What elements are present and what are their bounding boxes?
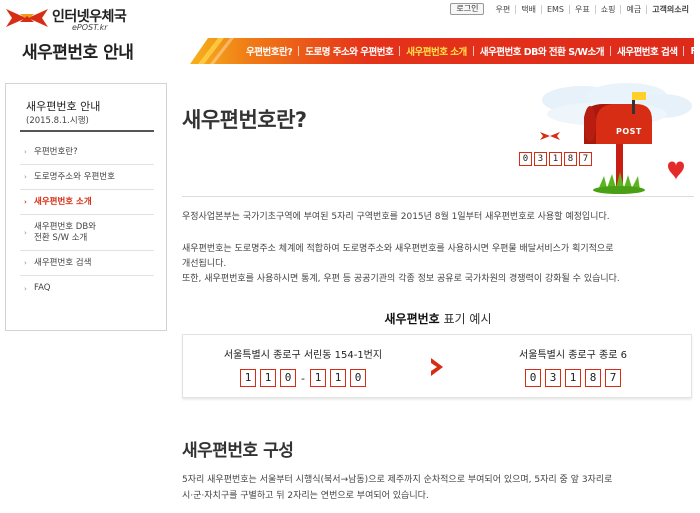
gnb-item-db-software[interactable]: 새우편번호 DB와 전환 S/W소개	[474, 44, 610, 58]
sidebar-item-label: 새우편번호 소개	[34, 196, 92, 207]
new-address: 서울특별시 종로구 종로 6	[519, 350, 627, 361]
sidebar-subtitle: (2015.8.1.시행)	[26, 116, 89, 126]
util-item-parcel[interactable]: 택배	[515, 4, 541, 14]
sidebar-item-label-line2: 전환 S/W 소개	[34, 232, 88, 243]
old-postcode-example: 서울특별시 종로구 서린동 154-1번지 1 1 0 - 1 1 0	[203, 335, 403, 399]
main-content: 새우편번호란? POST 0 3 1 8 7 우정사업본부는 국가기초구역에 부…	[182, 80, 694, 513]
postcode-digit: 1	[330, 369, 346, 387]
util-item-stamp[interactable]: 우표	[568, 4, 595, 14]
hero-digit: 7	[579, 152, 592, 166]
intro-paragraph-1: 우정사업본부는 국가기초구역에 부여된 5자리 구역번호를 2015년 8월 1…	[182, 212, 610, 222]
postcode-digit: 1	[565, 369, 581, 387]
util-item-mail[interactable]: 우편	[490, 5, 515, 14]
util-item-banking[interactable]: 예금	[620, 4, 646, 14]
postcode-separator: -	[301, 371, 305, 385]
chevron-right-icon: ›	[24, 198, 27, 206]
hero-digit: 8	[564, 152, 577, 166]
epost-wing-icon	[6, 9, 48, 27]
global-nav: 우편번호란? 도로명 주소와 우편번호 새우편번호 소개 새우편번호 DB와 전…	[190, 38, 700, 64]
postcode-digit: 1	[260, 369, 276, 387]
sidebar-item-db-software[interactable]: › 새우편번호 DB와 전환 S/W 소개	[20, 215, 154, 251]
example-heading-rest: 표기 예시	[439, 312, 492, 326]
sidebar-item-postcode-search[interactable]: › 새우편번호 검색	[20, 251, 154, 276]
util-item-shopping[interactable]: 쇼핑	[594, 4, 621, 14]
hero-digit: 3	[534, 152, 547, 166]
chevron-right-icon: ›	[24, 228, 27, 237]
intro-paragraph-3: 또한, 새우편번호를 사용하시면 통계, 우편 등 공공기관의 각종 정보 공유…	[182, 274, 620, 284]
hero-digit: 0	[519, 152, 532, 166]
chevron-right-icon	[431, 358, 443, 376]
mailbox-post-label: POST	[616, 127, 642, 136]
chevron-right-icon: ›	[24, 259, 27, 267]
sidebar-item-road-address[interactable]: › 도로명주소와 우편번호	[20, 165, 154, 190]
postcode-digit: 1	[240, 369, 256, 387]
gnb-item-road-address[interactable]: 도로명 주소와 우편번호	[299, 44, 399, 58]
sidebar-menu: › 우편번호란? › 도로명주소와 우편번호 › 새우편번호 소개 › 새우편번…	[20, 140, 154, 301]
gnb-menu: 우편번호란? 도로명 주소와 우편번호 새우편번호 소개 새우편번호 DB와 전…	[240, 38, 700, 64]
gnb-item-what-is-postcode[interactable]: 우편번호란?	[240, 44, 298, 58]
login-button[interactable]: 로그인	[450, 3, 485, 15]
utility-nav: 로그인 우편 택배 EMS 우표 쇼핑 예금 고객의소리	[450, 2, 694, 16]
header: 인터넷우체국 ePOST.kr 로그인 우편 택배 EMS 우표 쇼핑 예금 고…	[0, 0, 700, 72]
postcode-digit: 8	[585, 369, 601, 387]
example-heading-bold: 새우편번호	[384, 312, 440, 326]
chevron-right-icon: ›	[24, 148, 27, 156]
example-heading: 새우편번호 표기 예시	[182, 310, 694, 327]
hero-postcode-digits: 0 3 1 8 7	[518, 152, 593, 166]
sidebar-item-faq[interactable]: › FAQ	[20, 276, 154, 301]
old-postcode-digits: 1 1 0 - 1 1 0	[203, 369, 403, 387]
util-item-customer-voice[interactable]: 고객의소리	[646, 4, 694, 14]
new-postcode-example: 서울특별시 종로구 종로 6 0 3 1 8 7	[473, 335, 673, 399]
mailbox-illustration	[540, 83, 692, 194]
old-address: 서울특별시 종로구 서린동 154-1번지	[223, 350, 383, 361]
postcode-digit: 0	[525, 369, 541, 387]
sidebar-divider	[20, 130, 154, 132]
sidebar-item-label: 도로명주소와 우편번호	[34, 171, 115, 182]
site-title: 새우편번호 안내	[22, 43, 134, 63]
postcode-digit: 1	[310, 369, 326, 387]
postcode-digit: 7	[605, 369, 621, 387]
sidebar-item-what-is-postcode[interactable]: › 우편번호란?	[20, 140, 154, 165]
sidebar-item-label: FAQ	[34, 283, 51, 293]
section-text: 5자리 새우편번호는 서울부터 시행식(북서→남동)으로 제주까지 순차적으로 …	[182, 472, 694, 504]
gnb-item-new-postcode-intro[interactable]: 새우편번호 소개	[400, 44, 473, 58]
postcode-digit: 3	[545, 369, 561, 387]
section-text-line-2: 시·군·자치구를 구별하고 뒤 2자리는 연번으로 부여되어 있습니다.	[182, 491, 429, 501]
postcode-digit: 0	[280, 369, 296, 387]
brand-sub: ePOST.kr	[72, 23, 108, 32]
title-divider	[182, 196, 694, 197]
epost-logo[interactable]: 인터넷우체국 ePOST.kr	[6, 4, 146, 32]
sidebar: 새우편번호 안내 (2015.8.1.시행) › 우편번호란? › 도로명주소와…	[5, 83, 167, 331]
postcode-digit: 0	[350, 369, 366, 387]
sidebar-item-label: 새우편번호 검색	[34, 257, 92, 268]
section-title: 새우편번호 구성	[182, 441, 294, 461]
util-item-ems[interactable]: EMS	[540, 4, 569, 14]
intro-text: 우정사업본부는 국가기초구역에 부여된 5자리 구역번호를 2015년 8월 1…	[182, 210, 694, 287]
page-title: 새우편번호란?	[182, 108, 307, 132]
sidebar-item-label: 새우편번호 DB와 전환 S/W 소개	[34, 222, 96, 244]
intro-paragraph-2-line-1: 새우편번호는 도로명주소 체계에 적합하여 도로명주소와 새우편번호를 사용하시…	[182, 244, 614, 254]
chevron-right-icon: ›	[24, 284, 27, 293]
sidebar-item-label: 우편번호란?	[34, 146, 78, 157]
chevron-right-icon: ›	[24, 173, 27, 181]
example-box: 서울특별시 종로구 서린동 154-1번지 1 1 0 - 1 1 0 서울특별…	[182, 334, 692, 398]
gnb-item-faq[interactable]: FAQ	[684, 46, 700, 57]
intro-paragraph-2-line-2: 개선됩니다.	[182, 259, 227, 269]
new-postcode-digits: 0 3 1 8 7	[473, 369, 673, 387]
sidebar-title: 새우편번호 안내	[26, 100, 101, 113]
sidebar-item-new-postcode-intro[interactable]: › 새우편번호 소개	[20, 190, 154, 215]
section-text-line-1: 5자리 새우편번호는 서울부터 시행식(북서→남동)으로 제주까지 순차적으로 …	[182, 475, 613, 485]
hero-digit: 1	[549, 152, 562, 166]
sidebar-item-label-line1: 새우편번호 DB와	[34, 221, 96, 232]
gnb-item-postcode-search[interactable]: 새우편번호 검색	[611, 44, 684, 58]
